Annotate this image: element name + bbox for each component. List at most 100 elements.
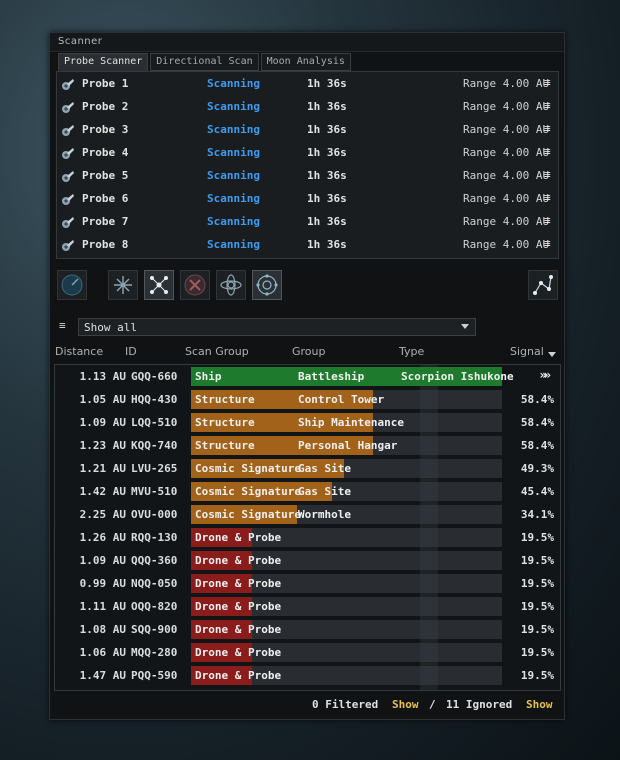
result-scan-group: Drone & Probe [195,554,282,567]
show-filtered-link[interactable]: Show [392,698,419,711]
result-row[interactable]: 1.06 AU MQQ-280 Drone & Probe 19.5% [55,641,560,664]
show-ignored-link[interactable]: Show [526,698,553,711]
result-id: HQQ-430 [131,393,178,406]
result-distance: 1.09 AU [79,416,126,429]
probe-status: Scanning [207,77,260,90]
result-row[interactable]: 1.47 AU PQQ-590 Drone & Probe 19.5% [55,664,560,687]
result-distance: 1.13 AU [79,370,126,383]
probe-row[interactable]: Probe 3 Scanning 1h 36s Range 4.00 AU ≡ [57,119,558,142]
col-scan-group[interactable]: Scan Group [185,345,249,358]
tab-moon-analysis[interactable]: Moon Analysis [260,53,351,71]
results-footer: 0 Filtered Show / 11 Ignored Show [50,693,564,715]
probe-row[interactable]: Probe 4 Scanning 1h 36s Range 4.00 AU ≡ [57,142,558,165]
result-row[interactable]: 1.09 AU LQQ-510 Structure Ship Maintenance 5… [55,411,560,434]
probe-row[interactable]: Probe 1 Scanning 1h 36s Range 4.00 AU ≡ [57,73,558,96]
pinpoint-button[interactable] [144,270,174,300]
result-id: OVU-000 [131,508,178,521]
result-row[interactable]: 1.08 AU SQQ-900 Drone & Probe 19.5% [55,618,560,641]
footer-separator: / [429,698,436,711]
result-scan-group: Drone & Probe [195,669,282,682]
filter-menu-icon[interactable]: ≡ [59,319,66,332]
spread-button[interactable] [108,270,138,300]
map-button[interactable] [528,270,558,300]
tab-probe-scanner[interactable]: Probe Scanner [58,53,149,71]
result-signal: 58.4% [520,416,554,429]
result-row[interactable]: 1.13 AU GQQ-660 Ship Battleship Scorpion Ish… [55,365,560,388]
ignored-count: 11 Ignored [446,698,513,711]
result-row[interactable]: 1.23 AU KQQ-740 Structure Personal Hangar 58… [55,434,560,457]
spread-icon [109,276,137,302]
probe-menu-icon[interactable]: ≡ [544,214,551,227]
scanner-window: Scanner Probe Scanner Directional Scan M… [49,32,565,720]
result-row[interactable]: 1.11 AU OQQ-820 Drone & Probe 19.5% [55,595,560,618]
result-scan-group: Cosmic Signature [195,508,301,521]
result-id: MVU-510 [131,485,178,498]
tab-directional-scan[interactable]: Directional Scan [150,53,259,71]
orbit-icon [253,274,281,302]
clock-button[interactable] [57,270,87,300]
result-row[interactable]: 1.05 AU HQQ-430 Structure Control Tower 58.4… [55,388,560,411]
result-row[interactable]: 1.26 AU RQQ-130 Drone & Probe 19.5% [55,526,560,549]
result-id: OQQ-820 [131,600,178,613]
probe-menu-icon[interactable]: ≡ [544,99,551,112]
probe-icon [61,100,75,114]
probe-name: Probe 2 [82,100,129,113]
orbit-button[interactable] [252,270,282,300]
probe-range: Range 4.00 AU [463,77,550,90]
result-id: PQQ-590 [131,669,178,682]
probe-status: Scanning [207,215,260,228]
probe-range: Range 4.00 AU [463,123,550,136]
result-row[interactable]: 1.09 AU QQQ-360 Drone & Probe 19.5% [55,549,560,572]
result-scan-group: Drone & Probe [195,646,282,659]
col-type[interactable]: Type [399,345,424,358]
result-scan-group: Drone & Probe [195,531,282,544]
result-row[interactable]: 2.25 AU OVU-000 Cosmic Signature Wormhole 34… [55,503,560,526]
result-signal: 19.5% [520,577,554,590]
probe-row[interactable]: Probe 2 Scanning 1h 36s Range 4.00 AU ≡ [57,96,558,119]
probe-icon [61,238,75,252]
probe-row[interactable]: Probe 7 Scanning 1h 36s Range 4.00 AU ≡ [57,211,558,234]
result-row[interactable]: 0.99 AU NQQ-050 Drone & Probe 19.5% [55,572,560,595]
result-row[interactable]: 1.21 AU LVU-265 Cosmic Signature Gas Site 49… [55,457,560,480]
result-scan-group: Structure [195,416,255,429]
probe-menu-icon[interactable]: ≡ [544,145,551,158]
result-scan-group: Ship [195,370,222,383]
probe-time: 1h 36s [307,146,347,159]
col-distance[interactable]: Distance [55,345,103,358]
probe-time: 1h 36s [307,238,347,251]
result-signal: 19.5% [520,531,554,544]
center-icon [217,274,245,302]
probe-icon [61,123,75,137]
probe-menu-icon[interactable]: ≡ [544,76,551,89]
probe-row[interactable]: Probe 8 Scanning 1h 36s Range 4.00 AU ≡ [57,234,558,257]
center-button[interactable] [216,270,246,300]
probe-menu-icon[interactable]: ≡ [544,191,551,204]
result-row[interactable]: 1.42 AU MVU-510 Cosmic Signature Gas Site 45… [55,480,560,503]
warp-to-icon[interactable]: »» [540,368,552,382]
recall-button[interactable] [180,270,210,300]
probe-menu-icon[interactable]: ≡ [544,122,551,135]
result-distance: 1.26 AU [79,531,126,544]
result-distance: 1.42 AU [79,485,126,498]
result-id: KQQ-740 [131,439,178,452]
probe-name: Probe 5 [82,169,129,182]
tab-bar: Probe Scanner Directional Scan Moon Anal… [58,53,353,71]
results-header: Distance ID Scan Group Group Type Signal [50,343,564,361]
col-signal[interactable]: Signal [510,345,544,358]
result-signal: 58.4% [520,393,554,406]
probe-icon [61,77,75,91]
result-type: Scorpion Ishukone [401,370,514,383]
col-group[interactable]: Group [292,345,326,358]
result-distance: 1.09 AU [79,554,126,567]
probe-menu-icon[interactable]: ≡ [544,237,551,250]
probe-row[interactable]: Probe 5 Scanning 1h 36s Range 4.00 AU ≡ [57,165,558,188]
filter-select[interactable]: Show all [78,318,476,336]
probe-status: Scanning [207,100,260,113]
probe-range: Range 4.00 AU [463,192,550,205]
result-group: Personal Hangar [298,439,398,452]
probe-row[interactable]: Probe 6 Scanning 1h 36s Range 4.00 AU ≡ [57,188,558,211]
probe-status: Scanning [207,146,260,159]
col-id[interactable]: ID [125,345,137,358]
probe-menu-icon[interactable]: ≡ [544,168,551,181]
title-bar[interactable]: Scanner [50,33,564,52]
